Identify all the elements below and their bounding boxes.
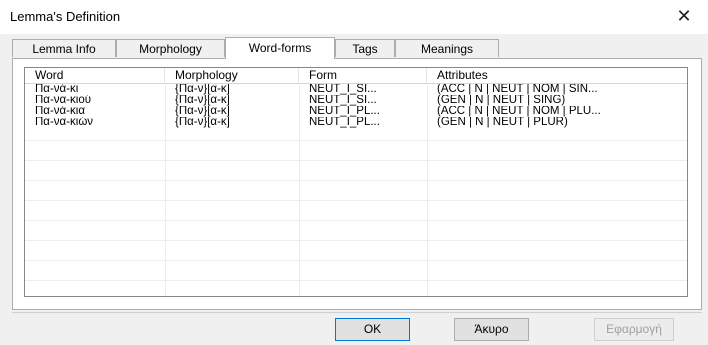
tab-tags[interactable]: Tags [335,39,395,57]
close-icon[interactable]: ✕ [672,4,696,28]
ok-button[interactable]: OK [335,318,410,341]
table-row[interactable]: Πα-νά-κια {Πα-ν}[α-κ] NEUT_I_PL... (ACC … [25,106,687,117]
cell-attributes: (ACC | N | NEUT | NOM | SIN... [437,84,598,95]
column-header-word[interactable]: Word [25,68,165,83]
window-title: Lemma's Definition [10,9,121,24]
cell-attributes: (ACC | N | NEUT | NOM | PLU... [437,106,601,117]
cell-form: NEUT_I_PL... [309,117,380,128]
table-row[interactable]: Πα-να-κιού {Πα-ν}[α-κ] NEUT_I_SI... (GEN… [25,95,687,106]
tab-lemma-info[interactable]: Lemma Info [12,39,116,57]
grid-line [25,140,687,141]
grid-line [25,240,687,241]
cell-morphology: {Πα-ν}[α-κ] [175,84,230,95]
grid-line [25,180,687,181]
grid-line [25,260,687,261]
cell-word: Πα-να-κιού [35,95,92,106]
cell-word: Πα-νά-κια [35,106,85,117]
grid-line [25,220,687,221]
tab-morphology[interactable]: Morphology [116,39,225,57]
word-forms-list[interactable]: Word Morphology Form Attributes Πα-νά-κι… [24,67,688,297]
cell-word: Πα-νά-κι [35,84,79,95]
column-header-form[interactable]: Form [299,68,427,83]
cell-word: Πα-να-κιών [35,117,94,128]
column-header-morphology[interactable]: Morphology [165,68,299,83]
grid-line [25,160,687,161]
cell-form: NEUT_I_SI... [309,95,377,106]
grid-line [25,200,687,201]
cell-attributes: (GEN | N | NEUT | SING) [437,95,566,106]
list-header: Word Morphology Form Attributes [25,68,687,84]
tab-meanings[interactable]: Meanings [395,39,499,57]
cell-form: NEUT_I_PL... [309,106,380,117]
tab-word-forms[interactable]: Word-forms [225,37,335,59]
column-header-attributes[interactable]: Attributes [427,68,687,83]
dialog-body: Lemma Info Morphology Word-forms Tags Me… [0,34,708,345]
table-row[interactable]: Πα-να-κιών {Πα-ν}[α-κ] NEUT_I_PL... (GEN… [25,117,687,128]
cancel-button[interactable]: Άκυρο [454,318,529,341]
table-row[interactable]: Πα-νά-κι {Πα-ν}[α-κ] NEUT_I_SI... (ACC |… [25,84,687,95]
apply-button[interactable]: Εφαρμογή [594,318,674,341]
cell-form: NEUT_I_SI... [309,84,377,95]
grid-line [25,280,687,281]
cell-attributes: (GEN | N | NEUT | PLUR) [437,117,568,128]
title-bar: Lemma's Definition ✕ [0,0,708,34]
cell-morphology: {Πα-ν}[α-κ] [175,106,230,117]
cell-morphology: {Πα-ν}[α-κ] [175,95,230,106]
cell-morphology: {Πα-ν}[α-κ] [175,117,230,128]
button-area-divider [12,312,702,313]
